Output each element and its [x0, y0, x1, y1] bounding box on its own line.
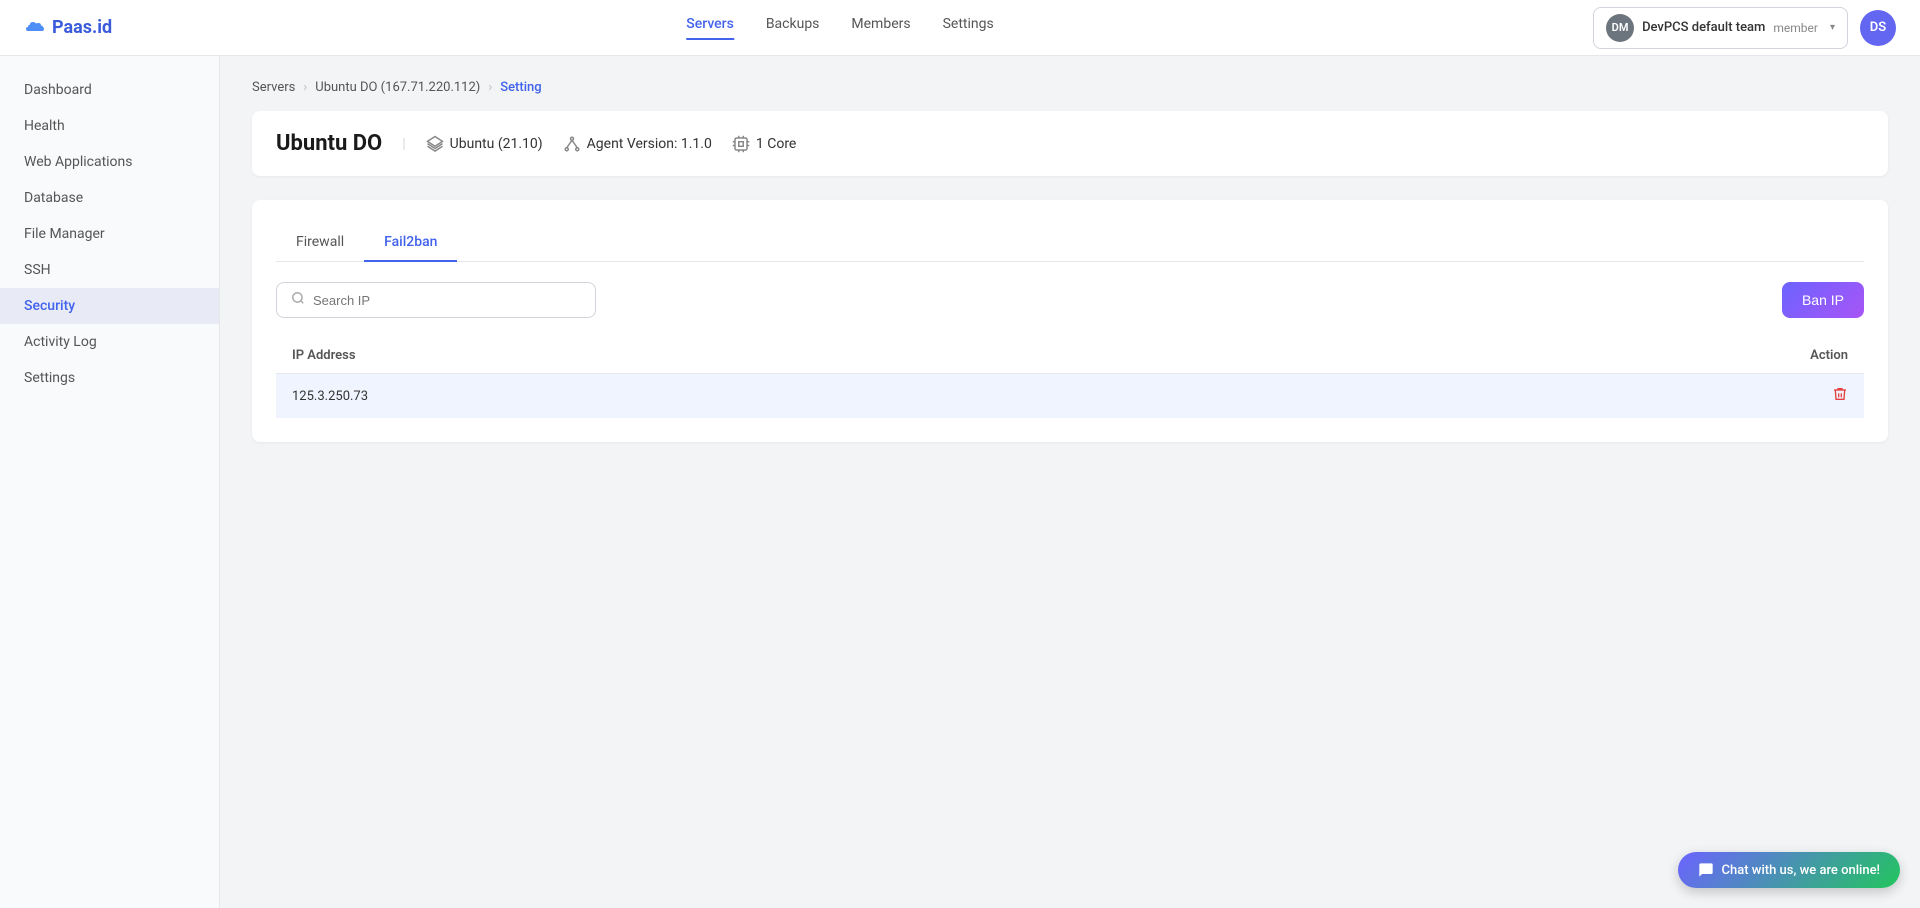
tab-fail2ban[interactable]: Fail2ban: [364, 224, 457, 262]
team-role: member: [1773, 21, 1818, 35]
table-body: 125.3.250.73: [276, 374, 1864, 419]
server-header-card: Ubuntu DO | Ubuntu (21.10): [252, 111, 1888, 176]
action-cell: [1241, 374, 1864, 419]
cpu-label: 1 Core: [756, 136, 796, 152]
column-action: Action: [1241, 338, 1864, 374]
nav-backups[interactable]: Backups: [766, 16, 820, 40]
ip-table: IP Address Action 125.3.250.73: [276, 338, 1864, 418]
chat-widget-label: Chat with us, we are online!: [1722, 863, 1880, 878]
team-selector[interactable]: DM DevPCS default team member ▾: [1593, 7, 1848, 49]
server-divider: |: [402, 136, 405, 152]
delete-icon[interactable]: [1832, 387, 1848, 406]
sidebar-item-ssh[interactable]: SSH: [0, 252, 219, 288]
sidebar-item-settings[interactable]: Settings: [0, 360, 219, 396]
agent-icon: [563, 135, 581, 153]
security-card: Firewall Fail2ban Ban IP: [252, 200, 1888, 442]
chevron-down-icon: ▾: [1830, 22, 1835, 33]
ip-address-cell: 125.3.250.73: [276, 374, 1241, 419]
sidebar-item-web-applications[interactable]: Web Applications: [0, 144, 219, 180]
main-content: Servers › Ubuntu DO (167.71.220.112) › S…: [220, 56, 1920, 908]
sidebar-item-dashboard[interactable]: Dashboard: [0, 72, 219, 108]
nav-settings[interactable]: Settings: [943, 16, 994, 40]
chat-icon: [1698, 862, 1714, 878]
breadcrumb-sep-1: ›: [303, 80, 307, 95]
ban-ip-button[interactable]: Ban IP: [1782, 282, 1864, 318]
topnav-right: DM DevPCS default team member ▾ DS: [1593, 7, 1896, 49]
breadcrumb-server[interactable]: Ubuntu DO (167.71.220.112): [315, 80, 480, 95]
sidebar: Dashboard Health Web Applications Databa…: [0, 56, 220, 908]
sidebar-item-health[interactable]: Health: [0, 108, 219, 144]
logo: Paas.id: [24, 17, 112, 38]
server-name: Ubuntu DO: [276, 131, 382, 156]
agent-label: Agent Version: 1.1.0: [587, 136, 712, 152]
breadcrumb-sep-2: ›: [488, 80, 492, 95]
breadcrumb-servers[interactable]: Servers: [252, 80, 295, 95]
tab-firewall[interactable]: Firewall: [276, 224, 364, 262]
search-ip-input[interactable]: [313, 293, 581, 308]
os-icon: [426, 135, 444, 153]
server-agent: Agent Version: 1.1.0: [563, 135, 712, 153]
column-ip-address: IP Address: [276, 338, 1241, 374]
server-os: Ubuntu (21.10): [426, 135, 543, 153]
search-icon: [291, 291, 305, 309]
nav-links: Servers Backups Members Settings: [686, 16, 993, 40]
nav-members[interactable]: Members: [851, 16, 910, 40]
logo-icon: [24, 19, 46, 37]
breadcrumb-current: Setting: [500, 80, 541, 95]
sidebar-item-security[interactable]: Security: [0, 288, 219, 324]
security-tabs: Firewall Fail2ban: [276, 224, 1864, 262]
server-cpu: 1 Core: [732, 135, 796, 153]
breadcrumb: Servers › Ubuntu DO (167.71.220.112) › S…: [252, 80, 1888, 95]
search-box: [276, 282, 596, 318]
chat-widget[interactable]: Chat with us, we are online!: [1678, 852, 1900, 888]
main-layout: Dashboard Health Web Applications Databa…: [0, 56, 1920, 908]
os-label: Ubuntu (21.10): [450, 136, 543, 152]
team-avatar: DM: [1606, 14, 1634, 42]
sidebar-item-database[interactable]: Database: [0, 180, 219, 216]
team-name: DevPCS default team: [1642, 20, 1765, 35]
sidebar-item-activity-log[interactable]: Activity Log: [0, 324, 219, 360]
table-header: IP Address Action: [276, 338, 1864, 374]
user-avatar[interactable]: DS: [1860, 10, 1896, 46]
sidebar-item-file-manager[interactable]: File Manager: [0, 216, 219, 252]
table-row: 125.3.250.73: [276, 374, 1864, 419]
nav-servers[interactable]: Servers: [686, 16, 734, 40]
cpu-icon: [732, 135, 750, 153]
search-action-row: Ban IP: [276, 282, 1864, 318]
top-navigation: Paas.id Servers Backups Members Settings…: [0, 0, 1920, 56]
